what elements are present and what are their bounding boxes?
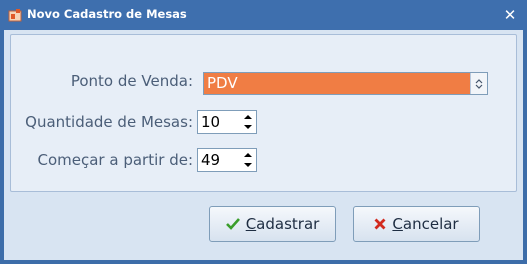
title-bar[interactable]: Novo Cadastro de Mesas ✕ xyxy=(0,0,527,30)
decrement-arrow-icon[interactable] xyxy=(241,160,255,170)
quantidade-de-mesas-value: 10 xyxy=(201,113,221,131)
updown-chevron-icon[interactable] xyxy=(470,73,487,94)
dialog-window: Novo Cadastro de Mesas ✕ Ponto de Venda:… xyxy=(0,0,527,264)
stepper-buttons xyxy=(241,150,255,170)
cancelar-button[interactable]: Cancelar xyxy=(353,206,480,242)
ponto-de-venda-value: PDV xyxy=(207,74,238,92)
app-icon xyxy=(8,9,22,22)
check-icon xyxy=(225,218,240,230)
comecar-a-partir-de-label: Começar a partir de: xyxy=(37,151,194,169)
cadastrar-label: Cadastrar xyxy=(245,215,320,233)
close-icon[interactable]: ✕ xyxy=(499,4,521,26)
form-group: Ponto de Venda: PDV Quantidade de Mesas:… xyxy=(10,34,517,192)
cadastrar-button[interactable]: Cadastrar xyxy=(209,206,336,242)
ponto-de-venda-select[interactable]: PDV xyxy=(203,72,488,95)
comecar-a-partir-de-stepper[interactable]: 49 xyxy=(197,148,257,172)
increment-arrow-icon[interactable] xyxy=(241,150,255,160)
x-mark-icon xyxy=(374,218,386,230)
increment-arrow-icon[interactable] xyxy=(241,112,255,122)
comecar-a-partir-de-value: 49 xyxy=(201,151,221,169)
cancelar-label: Cancelar xyxy=(392,215,459,233)
dialog-body: Ponto de Venda: PDV Quantidade de Mesas:… xyxy=(4,30,523,260)
ponto-de-venda-label: Ponto de Venda: xyxy=(70,72,193,90)
quantidade-de-mesas-stepper[interactable]: 10 xyxy=(197,110,257,134)
stepper-buttons xyxy=(241,112,255,132)
decrement-arrow-icon[interactable] xyxy=(241,122,255,132)
window-title: Novo Cadastro de Mesas xyxy=(27,7,187,21)
quantidade-de-mesas-label: Quantidade de Mesas: xyxy=(25,113,193,131)
